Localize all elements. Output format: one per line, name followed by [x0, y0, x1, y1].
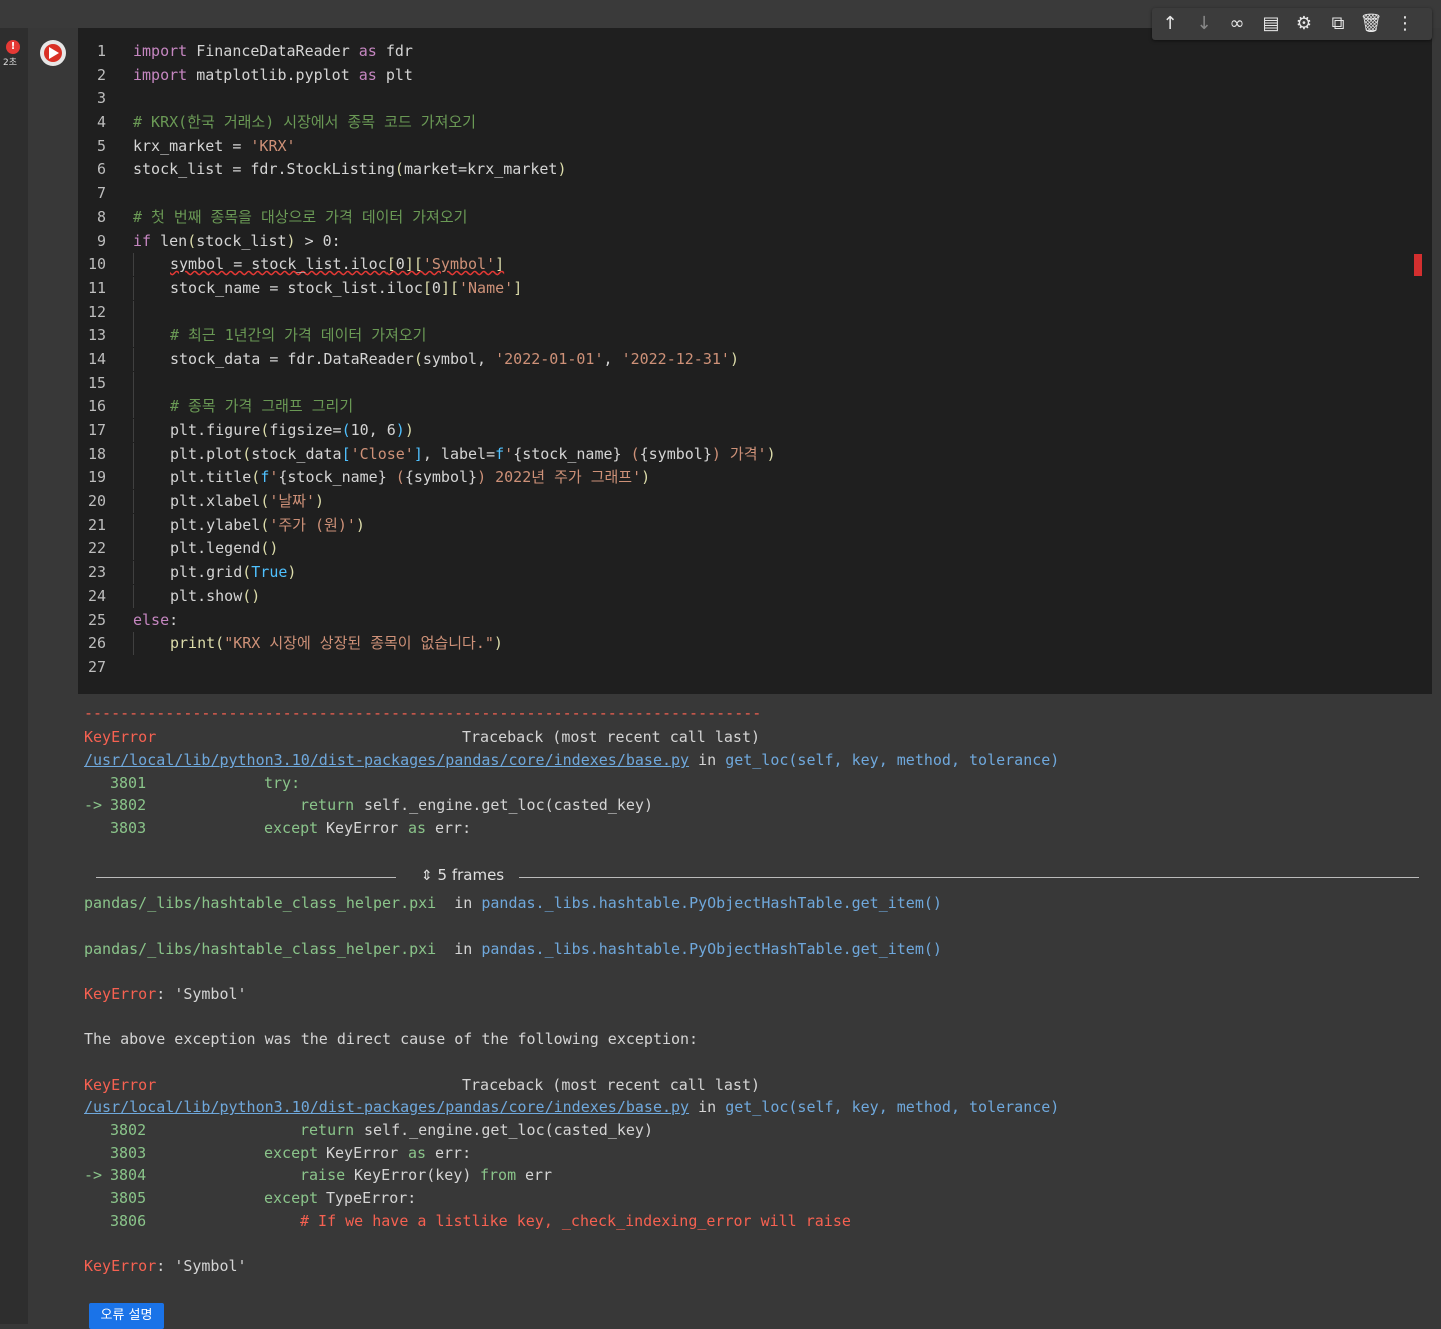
code-line: 25 else:	[87, 610, 179, 629]
code-line: 7	[96, 184, 106, 203]
execution-time: 2초	[3, 58, 18, 68]
code-line: 15	[78, 371, 1418, 396]
code-line: 18 plt.plot(stock_data['Close'], label=f'…	[78, 442, 1418, 467]
move-up-icon[interactable]: ↑	[1158, 12, 1182, 36]
code-line: 17 plt.figure(figsize=(10, 6))	[78, 419, 1418, 443]
code-line: 22 plt.legend()	[78, 537, 1418, 561]
code-cell[interactable]: 1 import FinanceDataReader as fdr 2 import…	[28, 28, 1432, 694]
code-line: 19 plt.title(f'{stock_name} ({symbol}) 20…	[78, 466, 1418, 490]
cell-run-gutter	[28, 28, 78, 694]
traceback-line-current: -> 3802 return self._engine.get_loc(casted_…	[84, 796, 653, 814]
code-line: 4 # KRX(한국 거래소) 시장에서 종목 코드 가져오기	[96, 113, 476, 132]
mirror-cell-icon[interactable]: ⧉	[1326, 12, 1350, 36]
code-line-error: 10 symbol = stock_list.iloc[0]['Symbol']	[78, 253, 1418, 277]
source-file-link[interactable]: /usr/local/lib/python3.10/dist-packages/…	[84, 751, 689, 769]
code-line: 5 krx_market = 'KRX'	[96, 136, 296, 155]
code-editor[interactable]: 1 import FinanceDataReader as fdr 2 import…	[78, 40, 1418, 680]
code-line: 16 # 종목 가격 그래프 그리기	[78, 395, 1418, 419]
traceback-location: /usr/local/lib/python3.10/dist-packages/…	[84, 751, 1060, 769]
cell-status-gutter	[0, 28, 28, 1324]
code-line: 8 # 첫 번째 종목을 대상으로 가격 데이터 가져오기	[96, 207, 468, 226]
move-down-icon[interactable]: ↓	[1192, 12, 1216, 36]
play-icon[interactable]	[49, 47, 59, 59]
final-error-message: KeyError: 'Symbol'	[84, 1257, 247, 1275]
code-line: 20 plt.xlabel('날짜')	[78, 490, 1418, 514]
code-line: 6 stock_list = fdr.StockListing(market=kr…	[96, 160, 567, 179]
code-line: 12	[78, 300, 1418, 325]
code-line: 9 if len(stock_list) > 0:	[96, 231, 341, 250]
more-vert-icon[interactable]: ⋮	[1393, 12, 1417, 36]
code-line: 26 print("KRX 시장에 상장된 종목이 없습니다.")	[78, 632, 1418, 656]
frame-line: pandas/_libs/hashtable_class_helper.pxi …	[84, 894, 942, 912]
frames-label[interactable]: ⇕ 5 frames	[421, 866, 504, 884]
frame-line: pandas/_libs/hashtable_class_helper.pxi …	[84, 940, 942, 958]
traceback-separator: ----------------------------------------…	[84, 704, 762, 722]
frames-divider	[96, 877, 396, 878]
code-line: 11 stock_name = stock_list.iloc[0]['Name'…	[78, 276, 1418, 301]
code-line: 21 plt.ylabel('주가 (원)')	[78, 513, 1418, 538]
traceback-line-current: -> 3804 raise KeyError(key) from err	[84, 1166, 553, 1184]
code-line: 24 plt.show()	[78, 584, 1418, 609]
link-icon[interactable]: ∞	[1225, 12, 1249, 36]
traceback-location: /usr/local/lib/python3.10/dist-packages/…	[84, 1098, 1060, 1116]
traceback-header: KeyError Traceback (most recent call last…	[84, 1076, 761, 1094]
cell-toolbar: ↑ ↓ ∞ ▤ ⚙ ⧉ 🗑 ⋮	[1152, 8, 1432, 40]
cause-text: The above exception was the direct cause…	[84, 1030, 699, 1048]
collapsed-frames-toggle[interactable]: ⇕ 5 frames	[96, 864, 1420, 892]
code-line: 27	[87, 657, 106, 676]
error-message: KeyError: 'Symbol'	[84, 985, 247, 1003]
comment-icon[interactable]: ▤	[1259, 12, 1283, 36]
source-file-link[interactable]: /usr/local/lib/python3.10/dist-packages/…	[84, 1098, 689, 1116]
code-line: 23 plt.grid(True)	[78, 561, 1418, 585]
code-line: 14 stock_data = fdr.DataReader(symbol, '2…	[78, 347, 1418, 372]
explain-error-button[interactable]: 오류 설명	[89, 1303, 164, 1329]
delete-icon[interactable]: 🗑	[1359, 12, 1383, 36]
code-line: 3	[96, 89, 106, 108]
code-line: 2 import matplotlib.pyplot as plt	[96, 65, 413, 84]
frames-divider	[519, 877, 1419, 878]
code-line: 13 # 최근 1년간의 가격 데이터 가져오기	[78, 324, 1418, 348]
code-line: 1 import FinanceDataReader as fdr	[96, 42, 413, 60]
traceback-header: KeyError Traceback (most recent call last…	[84, 728, 761, 746]
gear-icon[interactable]: ⚙	[1292, 12, 1316, 36]
cell-output: ----------------------------------------…	[28, 694, 1432, 1329]
error-status-icon[interactable]: !	[6, 40, 20, 54]
expand-chevron-icon: ⇕	[421, 868, 433, 884]
